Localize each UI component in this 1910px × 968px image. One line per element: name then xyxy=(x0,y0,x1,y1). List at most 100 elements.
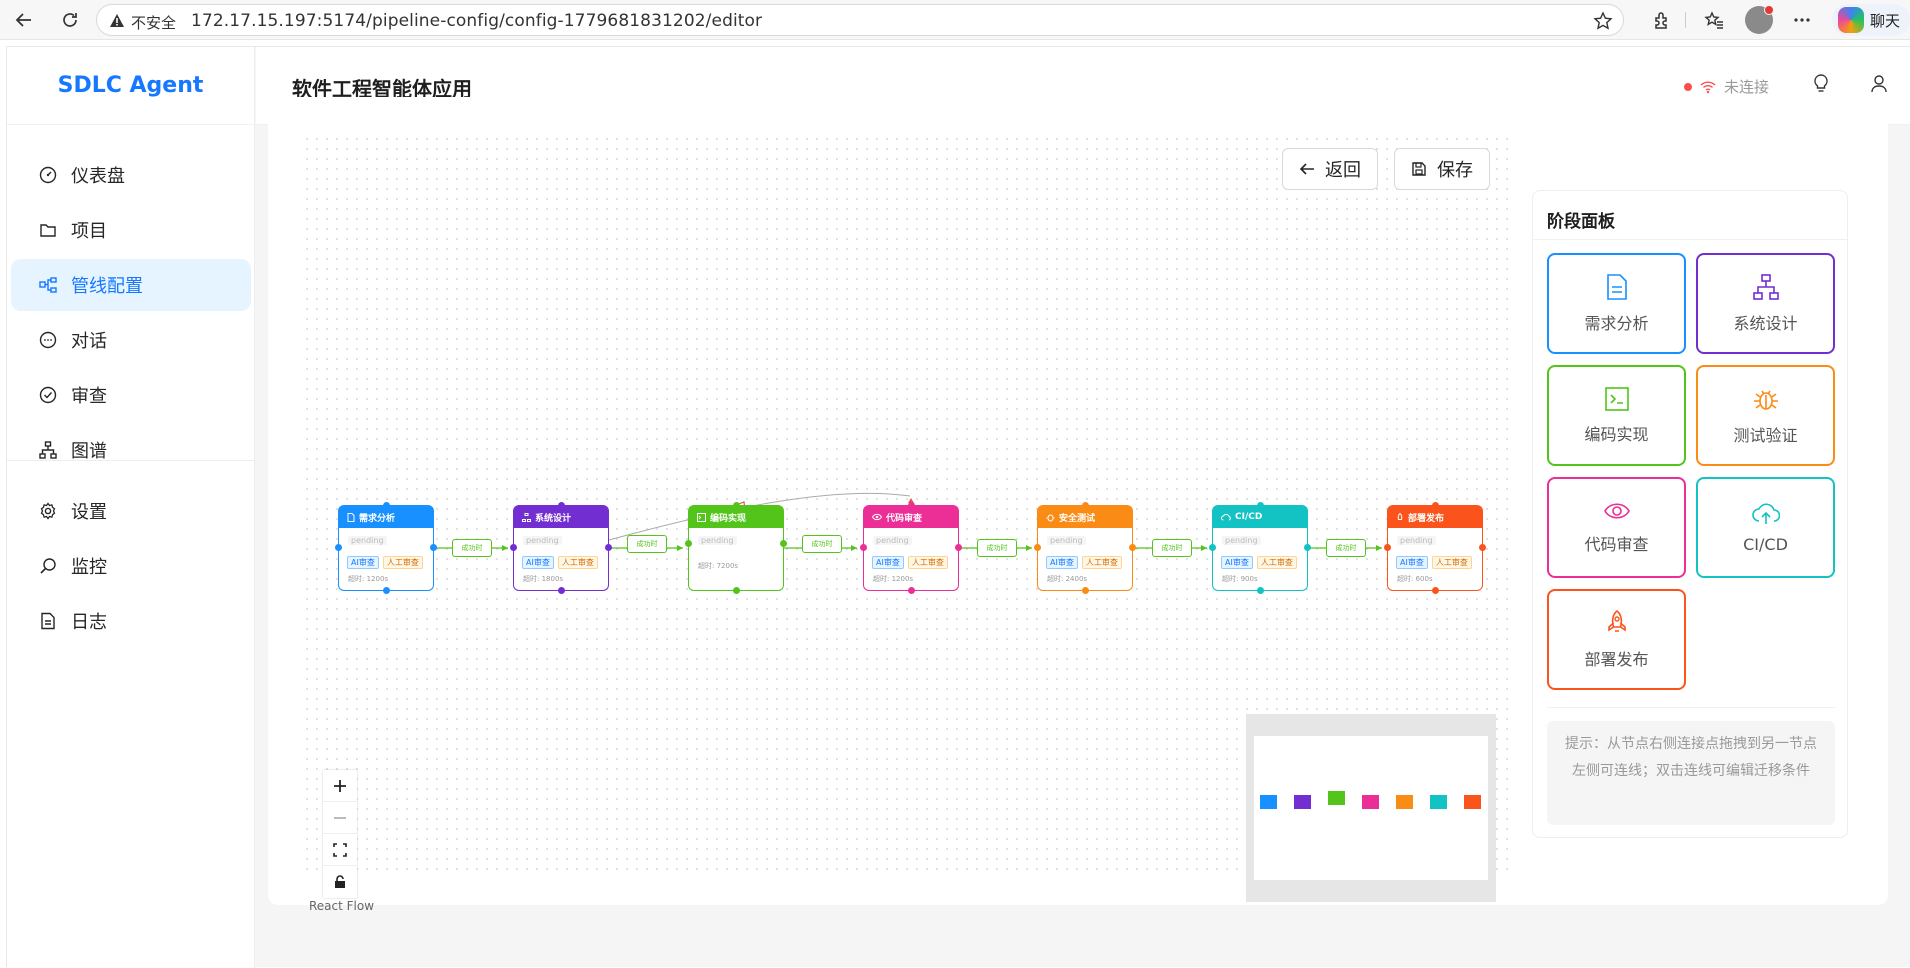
node-title: 需求分析 xyxy=(359,513,396,524)
palette-item-requirements[interactable]: 需求分析 xyxy=(1547,253,1686,354)
rocket-icon xyxy=(1607,609,1626,632)
target-handle[interactable] xyxy=(685,540,692,547)
target-handle[interactable] xyxy=(1209,544,1216,551)
node-status: pending xyxy=(1397,536,1436,545)
node-header: 系统设计 xyxy=(514,506,608,528)
node-header: 代码审查 xyxy=(864,506,958,528)
eye-icon xyxy=(872,513,882,521)
ai-review-tag: AI审查 xyxy=(522,556,554,569)
node-timeout: 超时: 1200s xyxy=(873,575,914,583)
node-title: 系统设计 xyxy=(535,513,572,524)
stage-palette: 阶段面板 需求分析 系统设计 编码实现 测试验证 代码审查 CI/CD 部署发布… xyxy=(1532,190,1848,838)
minimap-node xyxy=(1396,795,1413,809)
source-handle[interactable] xyxy=(955,544,962,551)
palette-item-label: 测试验证 xyxy=(1733,425,1798,445)
human-review-tag: 人工审查 xyxy=(1431,556,1472,569)
fit-view-button[interactable] xyxy=(323,834,357,866)
top-handle[interactable] xyxy=(1432,502,1439,509)
palette-item-deploy[interactable]: 部署发布 xyxy=(1547,589,1686,690)
palette-item-cicd[interactable]: CI/CD xyxy=(1696,477,1835,578)
flow-node-cicd[interactable]: CI/CD pending AI审查 人工审查 超时: 900s xyxy=(1209,502,1311,594)
minimap-node xyxy=(1294,795,1311,809)
edge-label[interactable]: 成功时 xyxy=(1326,539,1366,557)
palette-item-code-review[interactable]: 代码审查 xyxy=(1547,477,1686,578)
human-review-tag: 人工审查 xyxy=(1256,556,1297,569)
bottom-handle[interactable] xyxy=(908,587,915,594)
palette-item-label: CI/CD xyxy=(1743,535,1788,554)
human-review-tag: 人工审查 xyxy=(557,556,598,569)
fullscreen-icon xyxy=(333,842,347,857)
top-handle[interactable] xyxy=(733,502,740,509)
minus-icon xyxy=(334,816,346,819)
flow-node-requirements[interactable]: 需求分析 pending AI审查 人工审查 超时: 1200s xyxy=(335,502,437,594)
node-status: pending xyxy=(523,536,562,545)
bottom-handle[interactable] xyxy=(733,587,740,594)
source-handle[interactable] xyxy=(1129,544,1136,551)
target-handle[interactable] xyxy=(860,544,867,551)
cloud-upload-icon xyxy=(1221,513,1231,521)
palette-item-label: 部署发布 xyxy=(1584,649,1649,669)
node-title: CI/CD xyxy=(1235,512,1263,522)
node-header: CI/CD xyxy=(1213,506,1307,528)
edge-label[interactable]: 成功时 xyxy=(1152,539,1192,557)
target-handle[interactable] xyxy=(335,544,342,551)
flow-controls xyxy=(323,770,357,898)
top-handle[interactable] xyxy=(908,502,915,509)
lock-button[interactable] xyxy=(323,866,357,898)
source-handle[interactable] xyxy=(430,544,437,551)
top-handle[interactable] xyxy=(1082,502,1089,509)
flow-node-deploy[interactable]: 部署发布 pending AI审查 人工审查 超时: 600s xyxy=(1384,502,1486,594)
flow-node-coding[interactable]: 编码实现 pending 超时: 7200s xyxy=(685,502,787,594)
bottom-handle[interactable] xyxy=(1082,587,1089,594)
bug-icon xyxy=(1046,514,1055,521)
ai-review-tag: AI审查 xyxy=(1221,556,1253,569)
rocket-icon xyxy=(1397,512,1403,520)
edge-label[interactable]: 成功时 xyxy=(802,535,842,553)
flow-node-code-review[interactable]: 代码审查 pending AI审查 人工审查 超时: 1200s xyxy=(860,502,962,594)
node-timeout: 超时: 600s xyxy=(1397,575,1433,583)
palette-item-design[interactable]: 系统设计 xyxy=(1696,253,1835,354)
flow-node-security-test[interactable]: 安全测试 pending AI审查 人工审查 超时: 2400s xyxy=(1034,502,1136,594)
palette-item-coding[interactable]: 编码实现 xyxy=(1547,365,1686,466)
top-handle[interactable] xyxy=(1257,502,1264,509)
palette-hint: 提示：从节点右侧连接点拖拽到另一节点左侧可连线；双击连线可编辑迁移条件 xyxy=(1547,721,1835,825)
node-header: 编码实现 xyxy=(689,506,783,528)
zoom-in-button[interactable] xyxy=(323,770,357,802)
ai-review-tag: AI审查 xyxy=(1046,556,1078,569)
edge-label[interactable]: 成功时 xyxy=(977,539,1017,557)
node-status: pending xyxy=(1047,536,1086,545)
target-handle[interactable] xyxy=(1384,544,1391,551)
target-handle[interactable] xyxy=(1034,544,1041,551)
source-handle[interactable] xyxy=(1304,544,1311,551)
source-handle[interactable] xyxy=(780,540,787,547)
top-handle[interactable] xyxy=(383,502,390,509)
zoom-out-button[interactable] xyxy=(323,802,357,834)
bottom-handle[interactable] xyxy=(1432,587,1439,594)
source-handle[interactable] xyxy=(605,544,612,551)
node-timeout: 超时: 900s xyxy=(1222,575,1258,583)
palette-divider xyxy=(1547,707,1835,708)
node-timeout: 超时: 1200s xyxy=(348,575,389,583)
react-flow-attribution[interactable]: React Flow xyxy=(309,899,374,913)
flow-node-design[interactable]: 系统设计 pending AI审查 人工审查 超时: 1800s xyxy=(510,502,612,594)
terminal-icon xyxy=(1604,386,1629,411)
source-handle[interactable] xyxy=(1479,544,1486,551)
minimap[interactable] xyxy=(1246,714,1496,902)
top-handle[interactable] xyxy=(558,502,565,509)
palette-item-testing[interactable]: 测试验证 xyxy=(1696,365,1835,466)
bottom-handle[interactable] xyxy=(1257,587,1264,594)
node-timeout: 超时: 7200s xyxy=(698,562,739,570)
node-status: pending xyxy=(873,536,912,545)
edge-label[interactable]: 成功时 xyxy=(627,535,667,553)
node-header: 需求分析 xyxy=(339,506,433,528)
bottom-handle[interactable] xyxy=(383,587,390,594)
target-handle[interactable] xyxy=(510,544,517,551)
node-title: 安全测试 xyxy=(1059,513,1096,524)
node-header: 安全测试 xyxy=(1038,506,1132,528)
minimap-node xyxy=(1328,791,1345,805)
file-icon xyxy=(347,512,355,522)
bottom-handle[interactable] xyxy=(558,587,565,594)
edge-label[interactable]: 成功时 xyxy=(452,539,492,557)
eye-icon xyxy=(1603,502,1630,519)
palette-divider xyxy=(1533,239,1847,240)
